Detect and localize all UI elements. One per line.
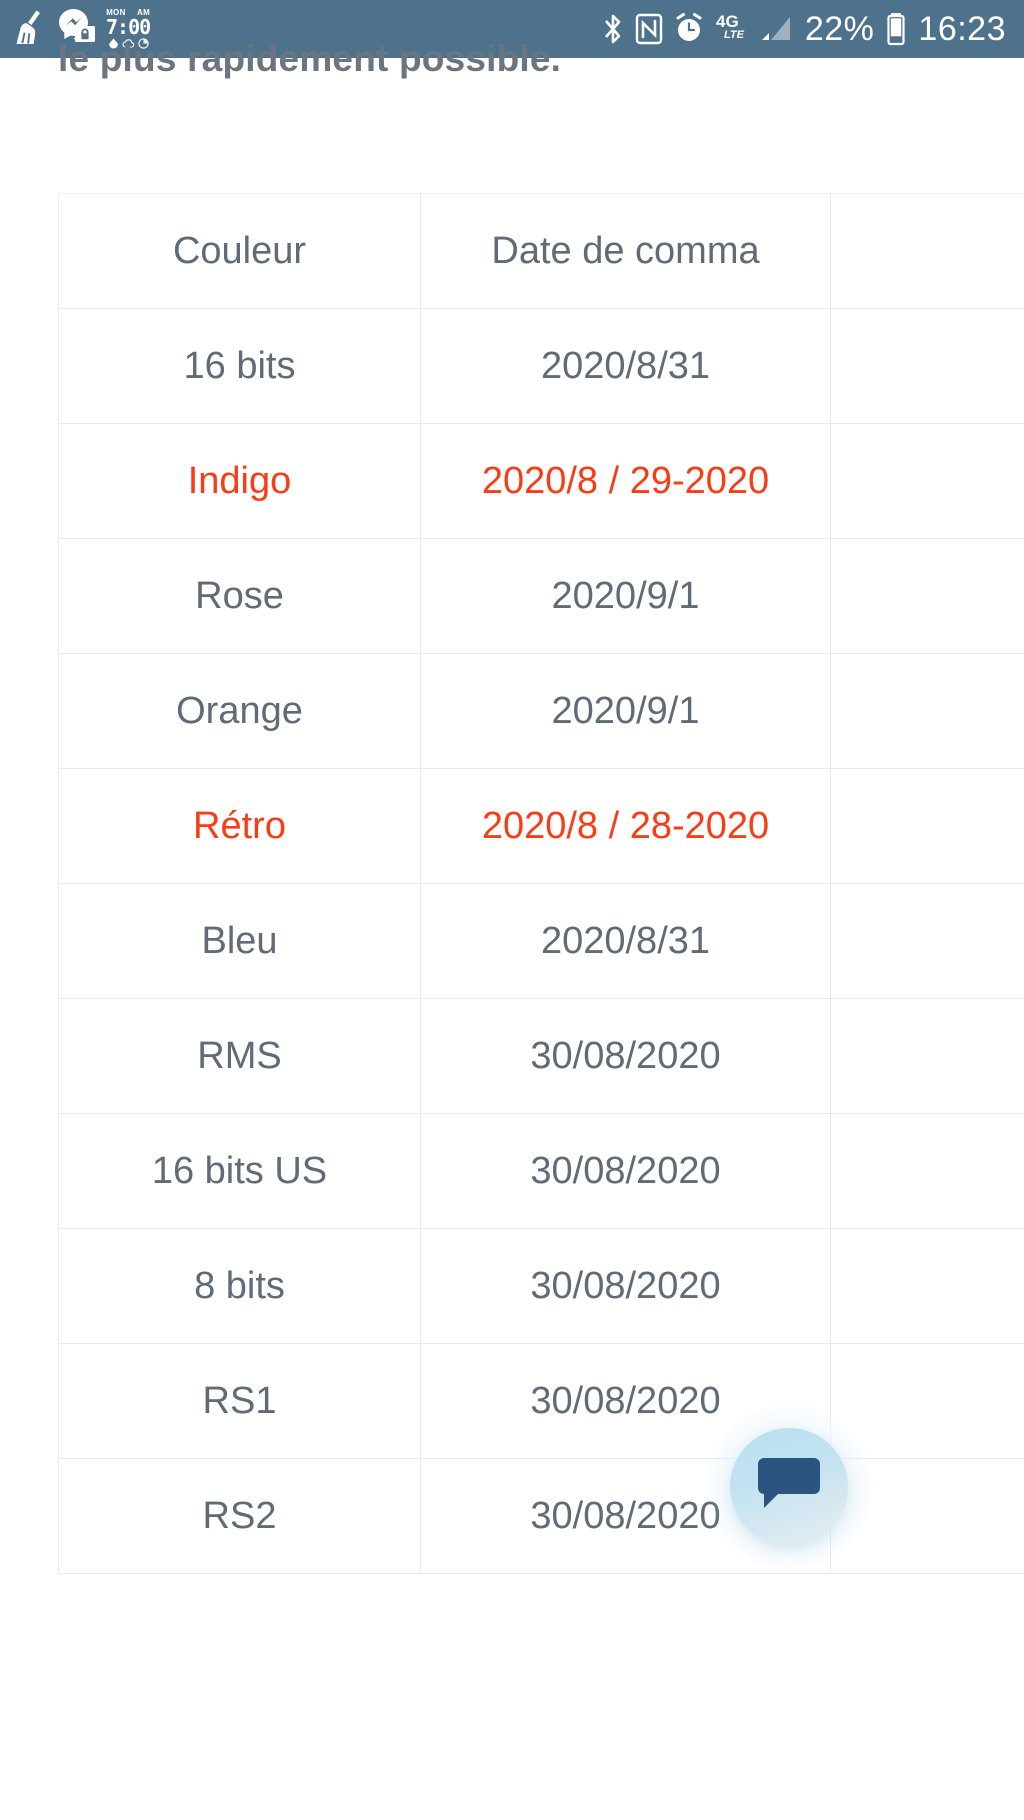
order-table: Couleur Date de comma 16 bits 2020/8/31 In…	[58, 193, 1024, 1574]
column-header-couleur[interactable]: Couleur	[58, 193, 421, 309]
table-row[interactable]: RS2 30/08/2020	[58, 1458, 1024, 1574]
cell-date: 30/08/2020	[420, 1113, 831, 1229]
cell-date: 2020/8 / 29-2020	[420, 423, 831, 539]
clock-time-label: 7:00	[106, 15, 151, 39]
cell-couleur: Rétro	[58, 768, 421, 884]
cell-date: 2020/8/31	[420, 308, 831, 424]
cell-date: 30/08/2020	[420, 1228, 831, 1344]
chat-support-button[interactable]	[705, 1403, 873, 1571]
page-content: le plus rapidement possible. Couleur Dat…	[0, 38, 1024, 1820]
cell-extra	[830, 883, 1024, 999]
table-row[interactable]: 16 bits 2020/8/31	[58, 308, 1024, 424]
cell-date: 2020/8 / 28-2020	[420, 768, 831, 884]
chat-fab-circle	[730, 1428, 848, 1546]
network-4g-lte-icon: 4G LTE	[715, 9, 749, 50]
table-body: 16 bits 2020/8/31 Indigo 2020/8 / 29-2020 Ro…	[58, 308, 1024, 1574]
table-row[interactable]: Rétro 2020/8 / 28-2020	[58, 768, 1024, 884]
cell-couleur: RS2	[58, 1458, 421, 1574]
page-heading-clipped: le plus rapidement possible.	[58, 38, 562, 79]
cell-date: 2020/9/1	[420, 538, 831, 654]
cell-date: 30/08/2020	[420, 998, 831, 1114]
cell-extra	[830, 1113, 1024, 1229]
cell-couleur: 16 bits	[58, 308, 421, 424]
cell-couleur: 8 bits	[58, 1228, 421, 1344]
cell-couleur: Orange	[58, 653, 421, 769]
cell-couleur: RMS	[58, 998, 421, 1114]
svg-text:LTE: LTE	[724, 29, 745, 41]
order-table-scroll-container[interactable]: Couleur Date de comma 16 bits 2020/8/31 In…	[58, 193, 1024, 1574]
cell-extra	[830, 538, 1024, 654]
cell-extra	[830, 1228, 1024, 1344]
cell-couleur: Bleu	[58, 883, 421, 999]
table-row[interactable]: Rose 2020/9/1	[58, 538, 1024, 654]
clock-label: 16:23	[918, 10, 1006, 48]
signal-bars-icon	[761, 17, 790, 40]
cell-extra	[830, 998, 1024, 1114]
battery-percent-label: 22%	[804, 10, 875, 48]
table-row[interactable]: 8 bits 30/08/2020	[58, 1228, 1024, 1344]
cell-couleur: 16 bits US	[58, 1113, 421, 1229]
table-row[interactable]: 16 bits US 30/08/2020	[58, 1113, 1024, 1229]
chat-bubble-icon	[758, 1458, 820, 1508]
cell-extra	[830, 653, 1024, 769]
status-bar-right-icons: 4G LTE 22% 16:23	[602, 9, 1006, 50]
cell-couleur: RS1	[58, 1343, 421, 1459]
cell-extra	[830, 423, 1024, 539]
cleaner-broom-icon	[14, 9, 48, 50]
bluetooth-icon	[604, 14, 621, 44]
cell-extra	[830, 308, 1024, 424]
table-row[interactable]: RS1 30/08/2020	[58, 1343, 1024, 1459]
table-row[interactable]: Indigo 2020/8 / 29-2020	[58, 423, 1024, 539]
column-header-date[interactable]: Date de comma	[420, 193, 831, 309]
cell-date: 2020/8/31	[420, 883, 831, 999]
alarm-clock-icon	[676, 13, 702, 41]
cell-date: 2020/9/1	[420, 653, 831, 769]
cell-extra	[830, 768, 1024, 884]
table-row[interactable]: Bleu 2020/8/31	[58, 883, 1024, 999]
table-row[interactable]: RMS 30/08/2020	[58, 998, 1024, 1114]
column-header-extra[interactable]	[830, 193, 1024, 309]
cell-couleur: Indigo	[58, 423, 421, 539]
cell-couleur: Rose	[58, 538, 421, 654]
table-header-row: Couleur Date de comma	[58, 193, 1024, 309]
battery-icon	[887, 13, 906, 46]
nfc-icon	[635, 13, 663, 45]
table-row[interactable]: Orange 2020/9/1	[58, 653, 1024, 769]
